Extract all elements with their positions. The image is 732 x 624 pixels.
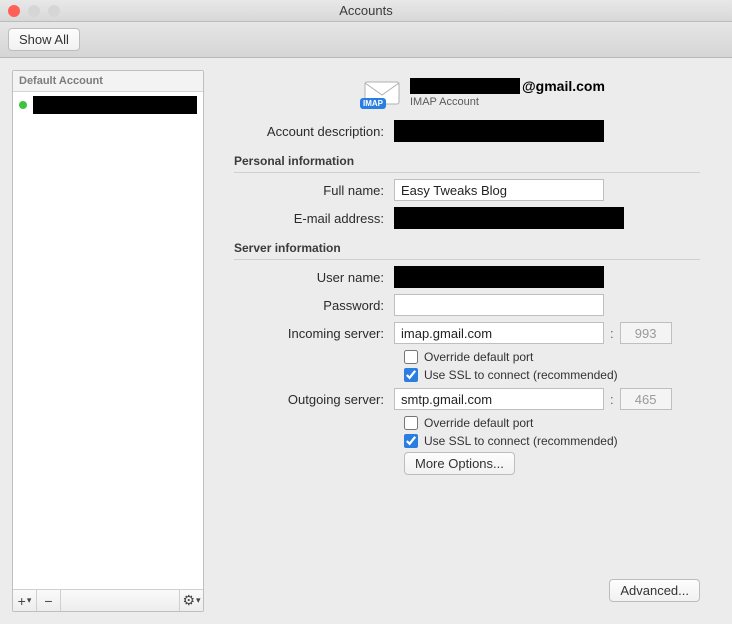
account-detail-panel: IMAP @gmail.com IMAP Account Account des… xyxy=(216,70,720,612)
show-all-button[interactable]: Show All xyxy=(8,28,80,51)
advanced-button[interactable]: Advanced... xyxy=(609,579,700,602)
label-email: E-mail address: xyxy=(224,211,394,226)
more-options-button[interactable]: More Options... xyxy=(404,452,515,475)
row-username: User name: xyxy=(224,266,700,288)
outgoing-port-input[interactable] xyxy=(620,388,672,410)
email-prefix-redacted xyxy=(410,78,520,94)
minus-icon: − xyxy=(44,593,52,609)
account-header: IMAP @gmail.com IMAP Account xyxy=(364,78,700,108)
imap-badge: IMAP xyxy=(360,98,386,109)
label-ssl-incoming: Use SSL to connect (recommended) xyxy=(424,368,618,382)
section-server: Server information xyxy=(234,241,700,260)
main-area: Default Account +▾ − ⚙︎▾ xyxy=(0,58,732,624)
toolbar: Show All xyxy=(0,22,732,58)
plus-icon: + xyxy=(18,593,26,609)
outgoing-override-checkbox[interactable] xyxy=(404,416,418,430)
password-input[interactable] xyxy=(394,294,604,316)
label-override-incoming: Override default port xyxy=(424,350,533,364)
row-email: E-mail address: xyxy=(224,207,700,229)
label-username: User name: xyxy=(224,270,394,285)
row-outgoing-ssl: Use SSL to connect (recommended) xyxy=(404,434,700,448)
label-password: Password: xyxy=(224,298,394,313)
sidebar-list xyxy=(13,92,203,589)
email-suffix: @gmail.com xyxy=(522,78,605,94)
account-title-block: @gmail.com IMAP Account xyxy=(410,78,605,108)
label-full-name: Full name: xyxy=(224,183,394,198)
status-dot-icon xyxy=(19,101,27,109)
settings-menu-button[interactable]: ⚙︎▾ xyxy=(179,590,203,611)
description-input[interactable] xyxy=(394,120,604,142)
account-email: @gmail.com xyxy=(410,78,605,94)
remove-account-button[interactable]: − xyxy=(37,590,61,611)
colon-sep: : xyxy=(604,326,620,341)
add-account-button[interactable]: +▾ xyxy=(13,590,37,611)
row-incoming-override: Override default port xyxy=(404,350,700,364)
outgoing-ssl-checkbox[interactable] xyxy=(404,434,418,448)
section-personal: Personal information xyxy=(234,154,700,173)
row-full-name: Full name: xyxy=(224,179,700,201)
incoming-ssl-checkbox[interactable] xyxy=(404,368,418,382)
label-ssl-outgoing: Use SSL to connect (recommended) xyxy=(424,434,618,448)
sidebar-item-account[interactable] xyxy=(13,92,203,118)
incoming-server-input[interactable] xyxy=(394,322,604,344)
window-title: Accounts xyxy=(0,3,732,18)
row-password: Password: xyxy=(224,294,700,316)
mail-icon: IMAP xyxy=(364,79,400,107)
row-outgoing-override: Override default port xyxy=(404,416,700,430)
label-outgoing: Outgoing server: xyxy=(224,392,394,407)
row-incoming-ssl: Use SSL to connect (recommended) xyxy=(404,368,700,382)
username-input[interactable] xyxy=(394,266,604,288)
row-description: Account description: xyxy=(224,120,700,142)
dropdown-icon: ▾ xyxy=(196,595,201,606)
label-override-outgoing: Override default port xyxy=(424,416,533,430)
incoming-port-input[interactable] xyxy=(620,322,672,344)
titlebar: Accounts xyxy=(0,0,732,22)
label-description: Account description: xyxy=(224,124,394,139)
account-name-redacted xyxy=(33,96,197,114)
outgoing-server-input[interactable] xyxy=(394,388,604,410)
label-incoming: Incoming server: xyxy=(224,326,394,341)
colon-sep: : xyxy=(604,392,620,407)
full-name-input[interactable] xyxy=(394,179,604,201)
email-input[interactable] xyxy=(394,207,624,229)
gear-icon: ⚙︎ xyxy=(182,592,195,609)
row-incoming: Incoming server: : xyxy=(224,322,700,344)
accounts-sidebar: Default Account +▾ − ⚙︎▾ xyxy=(12,70,204,612)
sidebar-footer: +▾ − ⚙︎▾ xyxy=(13,589,203,611)
account-type-label: IMAP Account xyxy=(410,96,605,108)
sidebar-header: Default Account xyxy=(13,71,203,92)
row-outgoing: Outgoing server: : xyxy=(224,388,700,410)
dropdown-icon: ▾ xyxy=(27,595,32,606)
incoming-override-checkbox[interactable] xyxy=(404,350,418,364)
